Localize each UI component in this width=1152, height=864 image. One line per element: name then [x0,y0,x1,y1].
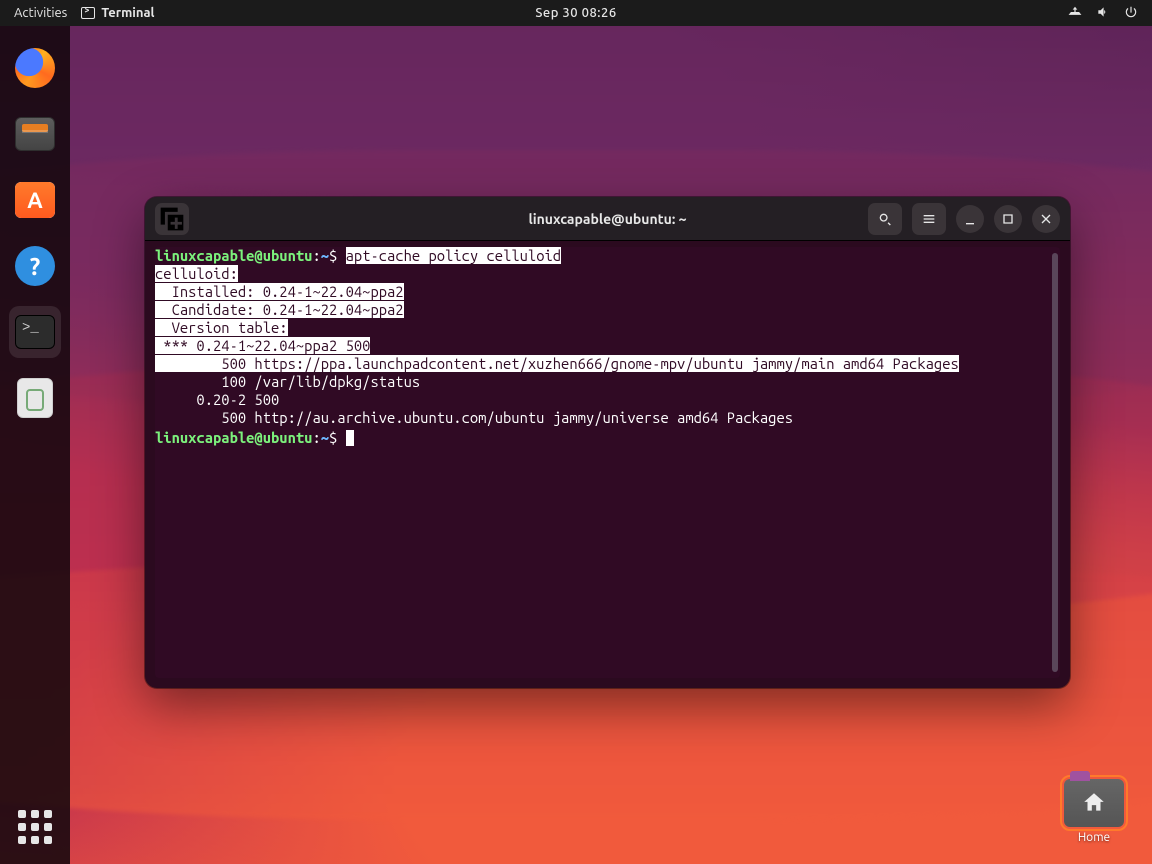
search-icon [877,211,893,227]
terminal-icon [15,315,55,349]
new-tab-button[interactable] [155,203,189,235]
dock: ? [0,26,70,864]
desktop-home-folder[interactable]: Home [1064,779,1124,844]
files-icon [15,117,55,151]
clock[interactable]: Sep 30 08:26 [535,6,616,20]
dock-item-software[interactable] [9,174,61,226]
new-tab-icon [155,202,189,236]
help-icon: ? [15,246,55,286]
home-folder-icon [1064,779,1124,827]
close-button[interactable] [1032,205,1060,233]
desktop-home-label: Home [1078,831,1110,844]
maximize-icon [1000,211,1016,227]
firefox-icon [15,48,55,88]
close-icon [1038,211,1054,227]
dock-item-trash[interactable] [9,372,61,424]
minimize-button[interactable] [956,205,984,233]
dock-item-files[interactable] [9,108,61,160]
terminal-app-icon [81,7,95,19]
dock-item-help[interactable]: ? [9,240,61,292]
window-title: linuxcapable@ubuntu: ~ [528,211,686,227]
activities-button[interactable]: Activities [14,6,67,20]
terminal-window: linuxcapable@ubuntu: ~ linuxcapable@ubun… [145,197,1070,688]
terminal-scrollbar[interactable] [1052,253,1058,672]
search-button[interactable] [868,203,902,235]
software-center-icon [15,182,55,218]
focused-app-menu[interactable]: Terminal [81,6,154,20]
volume-icon[interactable] [1096,5,1110,22]
terminal-content[interactable]: linuxcapable@ubuntu:~$ apt-cache policy … [155,247,1060,447]
focused-app-name: Terminal [101,6,154,20]
top-bar: Activities Terminal Sep 30 08:26 [0,0,1152,26]
dock-item-firefox[interactable] [9,42,61,94]
terminal-viewport[interactable]: linuxcapable@ubuntu:~$ apt-cache policy … [155,247,1060,678]
maximize-button[interactable] [994,205,1022,233]
trash-icon [17,378,53,418]
power-icon[interactable] [1124,5,1138,22]
network-icon[interactable] [1068,5,1082,22]
show-applications-button[interactable] [0,810,70,844]
apps-grid-icon [18,810,52,844]
hamburger-icon [921,211,937,227]
dock-item-terminal[interactable] [9,306,61,358]
minimize-icon [962,211,978,227]
hamburger-menu-button[interactable] [912,203,946,235]
window-titlebar[interactable]: linuxcapable@ubuntu: ~ [145,197,1070,241]
